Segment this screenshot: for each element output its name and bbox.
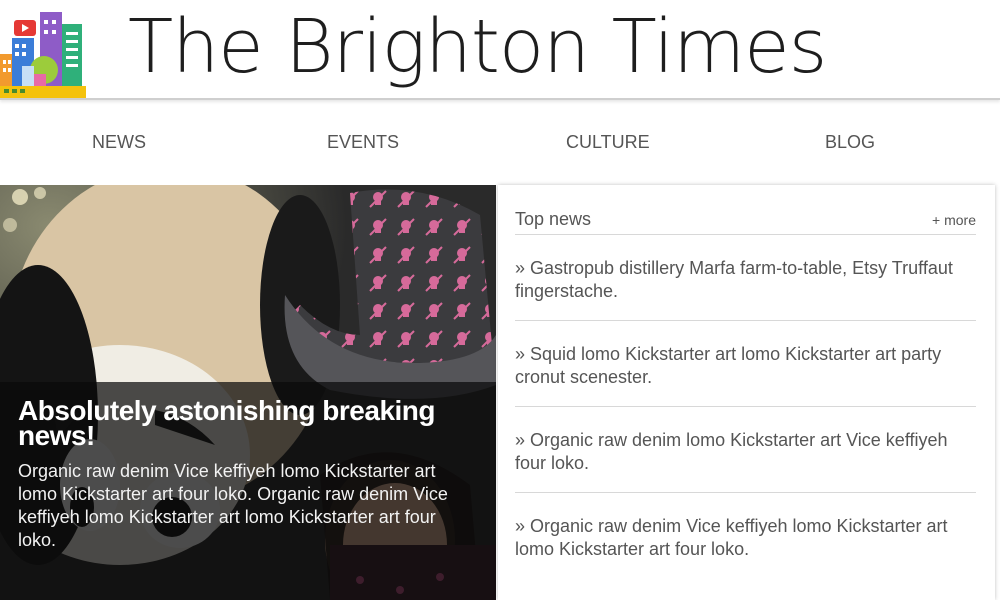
news-item[interactable]: » Gastropub distillery Marfa farm-to-tab… — [515, 235, 976, 321]
nav-item-events[interactable]: EVENTS — [327, 132, 399, 153]
site-title[interactable]: The Brighton Times — [128, 4, 827, 90]
top-news-header: Top news + more — [515, 185, 976, 235]
news-item[interactable]: » Organic raw denim Vice keffiyeh lomo K… — [515, 493, 976, 579]
top-news-panel: Top news + more » Gastropub distillery M… — [498, 185, 995, 600]
nav-item-culture[interactable]: CULTURE — [566, 132, 650, 153]
more-link[interactable]: + more — [932, 212, 976, 228]
hero-article[interactable]: Absolutely astonishing breaking news! Or… — [0, 185, 496, 600]
masthead: The Brighton Times — [0, 0, 1000, 100]
top-news-title: Top news — [515, 209, 592, 229]
top-news-list: » Gastropub distillery Marfa farm-to-tab… — [515, 235, 976, 579]
news-item[interactable]: » Organic raw denim lomo Kickstarter art… — [515, 407, 976, 493]
hero-summary: Organic raw denim Vice keffiyeh lomo Kic… — [18, 461, 448, 550]
city-logo-icon[interactable] — [0, 8, 86, 98]
main-nav: NEWS EVENTS CULTURE BLOG — [0, 102, 1000, 184]
nav-item-news[interactable]: NEWS — [92, 132, 146, 153]
hero-headline[interactable]: Absolutely astonishing breaking news! — [18, 397, 478, 450]
hero-caption: Absolutely astonishing breaking news! Or… — [0, 382, 496, 600]
nav-item-blog[interactable]: BLOG — [825, 132, 875, 153]
news-item[interactable]: » Squid lomo Kickstarter art lomo Kickst… — [515, 321, 976, 407]
